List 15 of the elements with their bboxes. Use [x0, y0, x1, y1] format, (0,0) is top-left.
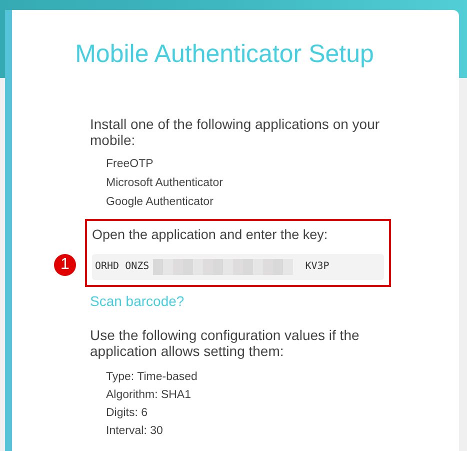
- config-value: Digits: 6: [106, 406, 149, 420]
- page-title: Mobile Authenticator Setup: [75, 39, 374, 70]
- callout-badge: 1: [54, 254, 76, 276]
- key-text: KV3P: [305, 260, 330, 274]
- app-name: FreeOTP: [106, 156, 154, 172]
- install-instructions: Install one of the following applications on your mobile:: [90, 116, 381, 148]
- key-text: ORHD ONZS: [95, 260, 150, 274]
- scan-barcode-link[interactable]: Scan barcode?: [90, 290, 184, 312]
- app-name: Google Authenticator: [106, 194, 214, 210]
- app-name: Microsoft Authenticator: [106, 176, 224, 190]
- config-value: Type: Time-based: [106, 370, 198, 384]
- config-value: Algorithm: SHA1: [106, 388, 192, 402]
- key-instruction: Open the application and enter the key:: [92, 226, 329, 244]
- config-value: Interval: 30: [106, 424, 164, 438]
- config-instructions: Use the following configuration values if the application allows setting them:: [90, 326, 360, 358]
